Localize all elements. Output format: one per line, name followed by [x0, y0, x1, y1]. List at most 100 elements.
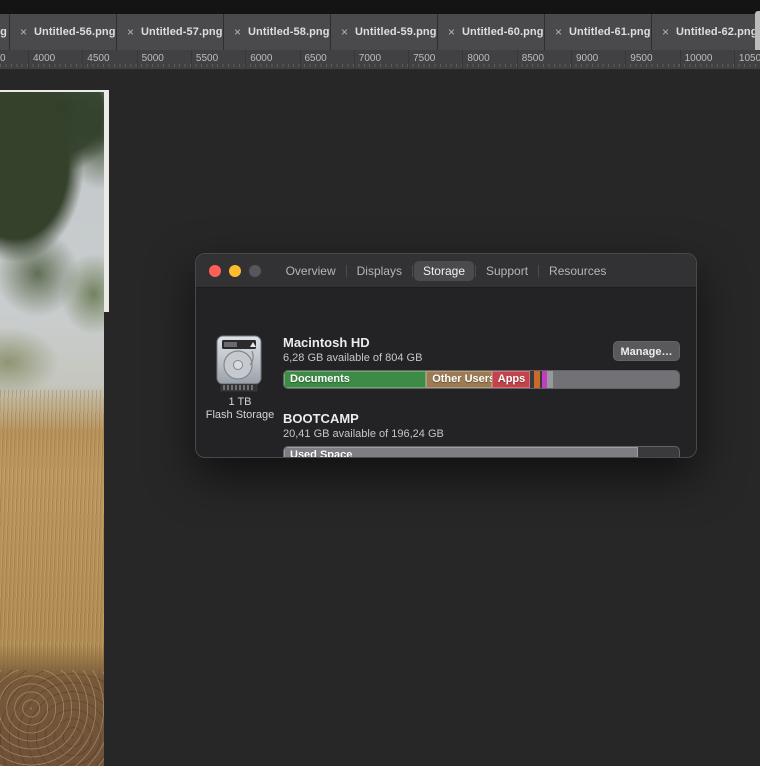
ruler-tick-label: 7000 — [359, 53, 381, 64]
ruler-major-tick: 4500 — [82, 50, 83, 70]
volume-name-bootcamp: BOOTCAMP — [283, 411, 359, 426]
tab-label: Untitled-61.png — [569, 26, 651, 38]
tab-label: Untitled-62.png — [676, 26, 758, 38]
ruler-tick-label: 6000 — [250, 53, 272, 64]
tab-close-icon[interactable]: × — [127, 26, 134, 38]
close-window-button[interactable] — [209, 265, 221, 277]
storage-segment-other-category — [553, 371, 679, 388]
dialog-tab-displays[interactable]: Displays — [348, 261, 411, 281]
dialog-tab-resources[interactable]: Resources — [540, 261, 615, 281]
document-tab[interactable]: × Untitled-58.png — [224, 14, 331, 50]
tab-label: g — [0, 26, 7, 38]
tab-close-icon[interactable]: × — [448, 26, 455, 38]
document-tab[interactable]: × Untitled-60.png — [438, 14, 545, 50]
ruler-major-tick: 6500 — [300, 50, 301, 70]
ruler-major-tick: 8500 — [517, 50, 518, 70]
traffic-lights — [209, 265, 261, 277]
document-tab-clipped[interactable]: g — [0, 14, 10, 50]
zoom-window-button-disabled — [249, 265, 261, 277]
document-tab[interactable]: × Untitled-59.png — [331, 14, 438, 50]
storage-segment-documents: Documents — [284, 371, 426, 388]
storage-segment-label: Apps — [492, 371, 530, 388]
dialog-titlebar[interactable]: OverviewDisplaysStorageSupportResources — [196, 254, 696, 288]
ruler-tick-label: 4000 — [33, 53, 55, 64]
manage-button[interactable]: Manage… — [613, 341, 680, 361]
volume-name-macintosh-hd: Macintosh HD — [283, 335, 370, 350]
disk-capacity-label: 1 TB — [196, 396, 284, 409]
volume-availability-bootcamp: 20,41 GB available of 196,24 GB — [283, 428, 444, 440]
tab-label: Untitled-60.png — [462, 26, 544, 38]
dialog-tab-overview[interactable]: Overview — [277, 261, 345, 281]
ruler-major-tick: 9500 — [625, 50, 626, 70]
ruler-major-tick: 7500 — [408, 50, 409, 70]
storage-usage-bar-bootcamp: Used Space — [283, 446, 680, 458]
ruler-tick-label: 9000 — [576, 53, 598, 64]
document-tab[interactable]: × Untitled-61.png — [545, 14, 652, 50]
ruler-major-tick: 7000 — [354, 50, 355, 70]
document-tab-bar: g×Untitled-56.png×Untitled-57.png×Untitl… — [0, 14, 760, 50]
ruler-partial-label: 0 — [0, 53, 6, 64]
ruler-minor-ticks — [0, 64, 760, 67]
ruler-major-tick: 6000 — [245, 50, 246, 70]
photo-white-border-right — [104, 90, 109, 312]
ruler-tick-label: 10000 — [685, 53, 713, 64]
dialog-tab-separator — [346, 265, 347, 277]
ruler-tick-label: 6500 — [305, 53, 327, 64]
window-top-strip — [0, 0, 760, 14]
document-tab[interactable]: × Untitled-57.png — [117, 14, 224, 50]
screen: g×Untitled-56.png×Untitled-57.png×Untitl… — [0, 0, 760, 766]
ruler-tick-label: 8000 — [467, 53, 489, 64]
photo-white-border-top — [0, 90, 109, 92]
storage-segment-used-space: Used Space — [284, 447, 638, 458]
tab-label: Untitled-57.png — [141, 26, 223, 38]
tab-label: Untitled-58.png — [248, 26, 330, 38]
minimize-window-button[interactable] — [229, 265, 241, 277]
dialog-tab-separator — [538, 265, 539, 277]
document-tab[interactable]: × Untitled-62.png — [652, 14, 759, 50]
horizontal-ruler: 0 4000 4500 5000 5500 6000 6500 7000 7500 8000 85… — [0, 50, 760, 70]
ruler-tick-label: 4500 — [87, 53, 109, 64]
ruler-major-tick: 10000 — [680, 50, 681, 70]
ruler-tick-label: 10500 — [739, 53, 760, 64]
canvas-photo[interactable] — [0, 90, 104, 766]
ruler-major-tick: 8000 — [462, 50, 463, 70]
ruler-tick-label: 7500 — [413, 53, 435, 64]
storage-segment-label: Documents — [284, 371, 426, 388]
storage-segment-label: Used Space — [284, 447, 638, 458]
disk-type-label: Flash Storage — [196, 409, 284, 422]
document-tab[interactable]: ×Untitled-56.png — [10, 14, 117, 50]
ruler-tick-label: 5500 — [196, 53, 218, 64]
hard-drive-icon — [213, 334, 265, 394]
dialog-tab-separator — [475, 265, 476, 277]
dialog-tab-group: OverviewDisplaysStorageSupportResources — [277, 261, 616, 281]
dialog-tab-storage[interactable]: Storage — [414, 261, 474, 281]
ruler-major-tick: 10500 — [734, 50, 735, 70]
storage-segment-other-users: Other Users — [426, 371, 492, 388]
tab-close-icon[interactable]: × — [234, 26, 241, 38]
tab-label: Untitled-59.png — [355, 26, 437, 38]
storage-segment-label: Other Users — [426, 371, 492, 388]
ruler-tick-label: 8500 — [522, 53, 544, 64]
ruler-major-tick: 9000 — [571, 50, 572, 70]
tab-close-icon[interactable]: × — [341, 26, 348, 38]
tab-close-icon[interactable]: × — [20, 26, 27, 38]
volume-availability-macintosh-hd: 6,28 GB available of 804 GB — [283, 352, 422, 364]
dialog-tab-support[interactable]: Support — [477, 261, 537, 281]
ruler-major-tick: 5500 — [191, 50, 192, 70]
tab-close-icon[interactable]: × — [555, 26, 562, 38]
storage-usage-bar-macintosh-hd: DocumentsOther UsersApps — [283, 370, 680, 389]
ruler-tick-label: 5000 — [142, 53, 164, 64]
storage-segment-free-space — [638, 447, 679, 458]
scrollbar-sliver[interactable] — [755, 11, 760, 53]
photo-tree-foliage — [0, 90, 104, 430]
ruler-tick-label: 9500 — [630, 53, 652, 64]
ruler-major-tick: 5000 — [137, 50, 138, 70]
dialog-tab-separator — [412, 265, 413, 277]
storage-segment-apps: Apps — [492, 371, 530, 388]
about-this-mac-storage-window: OverviewDisplaysStorageSupportResources — [195, 253, 697, 458]
ruler-major-tick: 4000 — [28, 50, 29, 70]
disk-caption: 1 TB Flash Storage — [196, 396, 284, 422]
storage-panel: 1 TB Flash Storage Macintosh HD 6,28 GB … — [196, 288, 696, 458]
photo-dirt-texture — [0, 670, 104, 766]
tab-close-icon[interactable]: × — [662, 26, 669, 38]
